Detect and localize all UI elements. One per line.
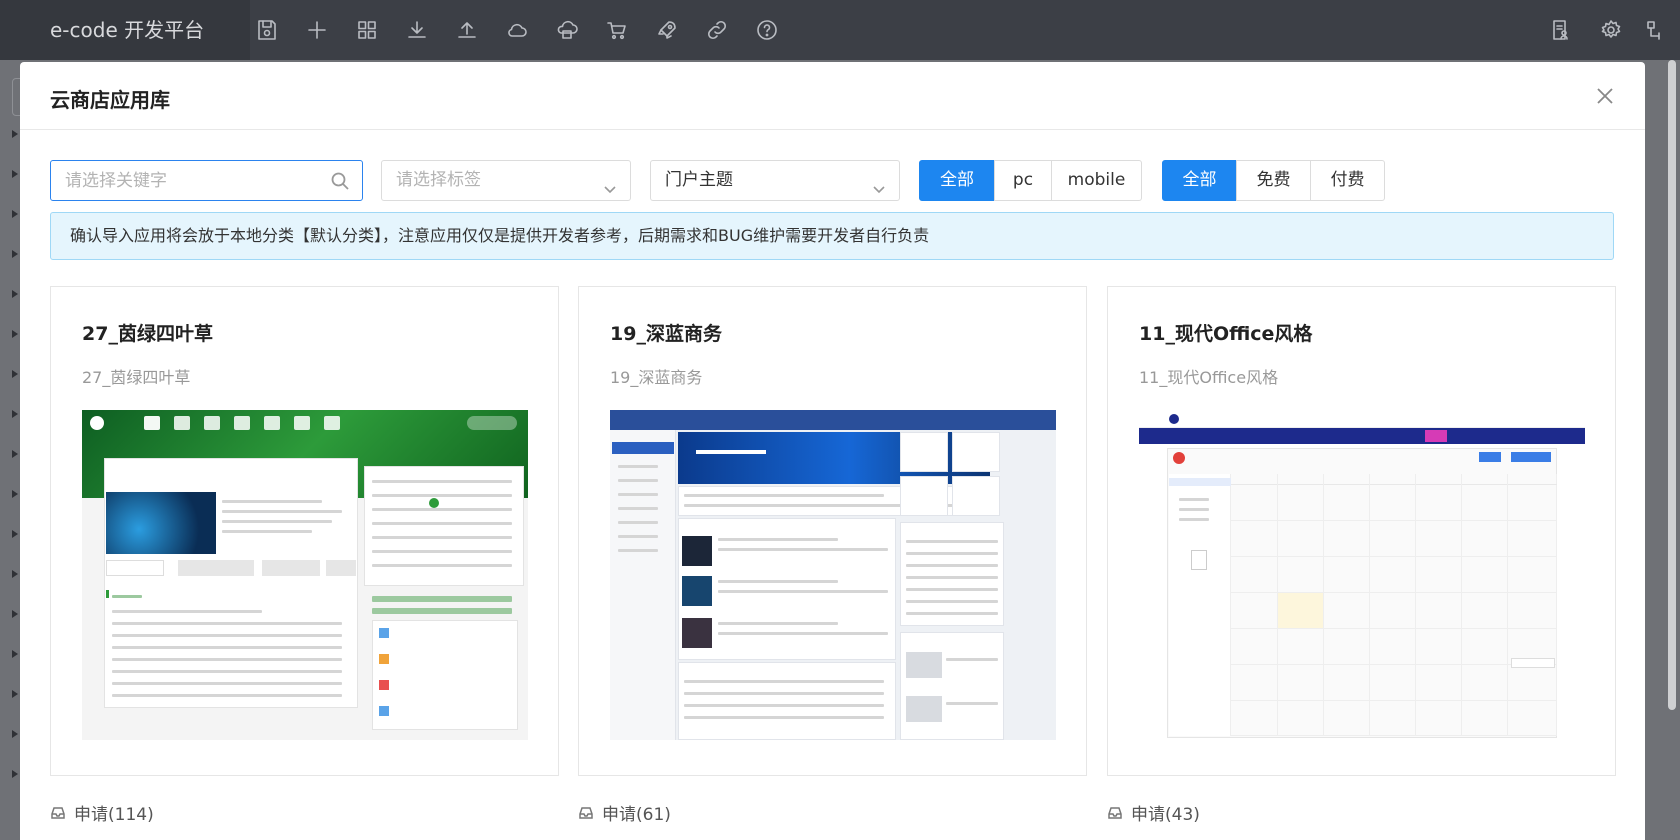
gear-icon[interactable] (1596, 15, 1626, 45)
tag-select[interactable]: 请选择标签 (381, 160, 631, 201)
card-subtitle: 11_现代Office风格 (1139, 368, 1279, 387)
card-thumbnail (82, 410, 528, 740)
inbox-icon (1108, 806, 1122, 819)
modal-title: 云商店应用库 (50, 88, 170, 112)
rocket-icon[interactable] (652, 15, 682, 45)
tree-arrow-icon (12, 650, 18, 658)
apply-button[interactable]: 申请(61) (578, 800, 671, 825)
card-thumbnail (610, 410, 1056, 740)
search-icon[interactable] (330, 171, 350, 191)
theme-select[interactable]: 门户主题 (650, 160, 900, 201)
app-store-modal: 云商店应用库 请选择标签 门户主题 全部 pc mobile 全部 免费 付费 … (20, 62, 1645, 840)
tree-arrow-icon (12, 130, 18, 138)
cart-icon[interactable] (602, 15, 632, 45)
plus-icon[interactable] (302, 15, 332, 45)
tag-select-placeholder: 请选择标签 (396, 170, 481, 190)
tree-arrow-icon (12, 330, 18, 338)
search-input[interactable] (51, 161, 311, 200)
inbox-icon (579, 806, 593, 819)
import-notice: 确认导入应用将会放于本地分类【默认分类】，注意应用仅仅是提供开发者参考，后期需求… (50, 212, 1614, 260)
link-icon[interactable] (702, 15, 732, 45)
card-subtitle: 27_茵绿四叶草 (82, 368, 191, 387)
apply-label: 申请(114) (74, 805, 154, 825)
inbox-icon (51, 806, 65, 819)
card-subtitle: 19_深蓝商务 (610, 368, 703, 387)
doc-user-icon[interactable] (1546, 15, 1576, 45)
platform-pc-button[interactable]: pc (994, 160, 1052, 201)
flow-icon[interactable] (1641, 15, 1671, 45)
price-all-button[interactable]: 全部 (1162, 160, 1237, 201)
download-icon[interactable] (402, 15, 432, 45)
price-paid-button[interactable]: 付费 (1310, 160, 1385, 201)
cloud-icon[interactable] (502, 15, 532, 45)
tree-arrow-icon (12, 530, 18, 538)
tree-arrow-icon (12, 450, 18, 458)
tree-arrow-icon (12, 170, 18, 178)
tree-arrow-icon (12, 610, 18, 618)
platform-filter: 全部 pc mobile (919, 160, 1142, 201)
tree-arrow-icon (12, 730, 18, 738)
tree-arrow-icon (12, 370, 18, 378)
app-topbar: e-code 开发平台 (0, 0, 1680, 60)
apply-label: 申请(43) (1131, 805, 1200, 825)
card-title: 19_深蓝商务 (610, 323, 722, 345)
app-card[interactable]: 11_现代Office风格 11_现代Office风格 (1107, 286, 1616, 776)
upload-icon[interactable] (452, 15, 482, 45)
tree-arrow-icon (12, 690, 18, 698)
chevron-down-icon (602, 173, 618, 194)
price-filter: 全部 免费 付费 (1162, 160, 1385, 201)
tree-arrow-icon (12, 210, 18, 218)
card-title: 11_现代Office风格 (1139, 323, 1313, 345)
close-icon (1597, 88, 1613, 104)
card-thumbnail (1139, 410, 1585, 740)
platform-all-button[interactable]: 全部 (919, 160, 995, 201)
app-brand: e-code 开发平台 (0, 0, 250, 60)
app-card[interactable]: 27_茵绿四叶草 27_茵绿四叶草 (50, 286, 559, 776)
apply-button[interactable]: 申请(43) (1107, 800, 1200, 825)
save-icon[interactable] (252, 15, 282, 45)
grid-icon[interactable] (352, 15, 382, 45)
help-icon[interactable] (752, 15, 782, 45)
platform-mobile-button[interactable]: mobile (1051, 160, 1142, 201)
card-title: 27_茵绿四叶草 (82, 323, 213, 345)
app-card[interactable]: 19_深蓝商务 19_深蓝商务 (578, 286, 1087, 776)
close-button[interactable] (1591, 82, 1619, 110)
tree-arrow-icon (12, 290, 18, 298)
tree-arrow-icon (12, 490, 18, 498)
tree-arrow-icon (12, 570, 18, 578)
page-scrollbar[interactable] (1668, 60, 1676, 710)
apply-label: 申请(61) (602, 805, 671, 825)
cloud-store-icon[interactable] (552, 15, 582, 45)
tree-arrow-icon (12, 770, 18, 778)
chevron-down-icon (871, 173, 887, 194)
price-free-button[interactable]: 免费 (1236, 160, 1311, 201)
theme-select-value: 门户主题 (665, 170, 733, 190)
keyword-search (50, 160, 363, 201)
tree-arrow-icon (12, 410, 18, 418)
tree-arrow-icon (12, 250, 18, 258)
modal-header: 云商店应用库 (20, 62, 1645, 130)
apply-button[interactable]: 申请(114) (50, 800, 154, 825)
